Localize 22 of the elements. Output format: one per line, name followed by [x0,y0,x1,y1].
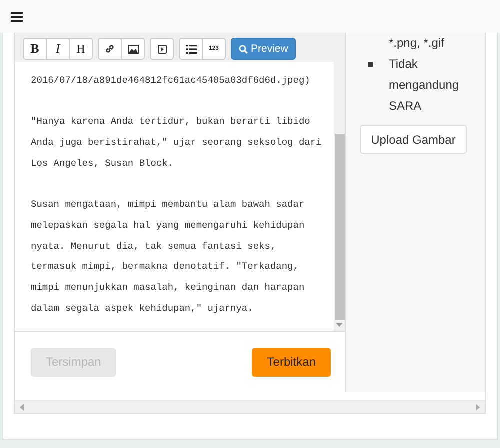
image-button[interactable] [121,38,145,60]
upload-button[interactable]: Upload Gambar [360,125,467,154]
list-button[interactable] [179,38,203,60]
bold-button[interactable]: B [23,38,47,60]
vertical-scrollbar[interactable] [334,62,345,331]
link-icon [105,44,115,54]
preview-button[interactable]: Preview [231,38,296,60]
menu-icon[interactable] [11,12,23,22]
rule-text: Tidak mengandung SARA [389,56,460,115]
italic-button[interactable]: I [46,38,70,60]
heading-button[interactable]: H [69,38,93,60]
search-icon [239,44,248,54]
publish-button[interactable]: Terbitkan [252,348,331,376]
paragraph: "Hanya karena Anda tertidur, bukan berarti libido Anda juga beristirahat," ujar seorang seksolog dari Los Angeles, Susan Block. [31,115,322,171]
play-icon [158,44,166,54]
media-button[interactable] [150,38,174,60]
image-icon [128,44,138,54]
list-icon [186,44,196,54]
paragraph: 2016/07/18/a891de464812fc61ac45405a03df6d6d.jpeg) [31,74,312,88]
paragraph: Susan mengataan, mimpi membantu alam bawah sadar melepaskan segala hal yang memengaruhi kehidupan nyata. Menurut dia, tak semua fantasi seks, termasuk mimpi, bermakna denotatif. "Terkadang, mimpi menunjukkan masalah, keinginan dan harapan dalam segala aspek kehidupan," ujarnya. [31,198,306,316]
link-button[interactable] [98,38,122,60]
rule-text: *.png, *.gif [389,35,446,52]
